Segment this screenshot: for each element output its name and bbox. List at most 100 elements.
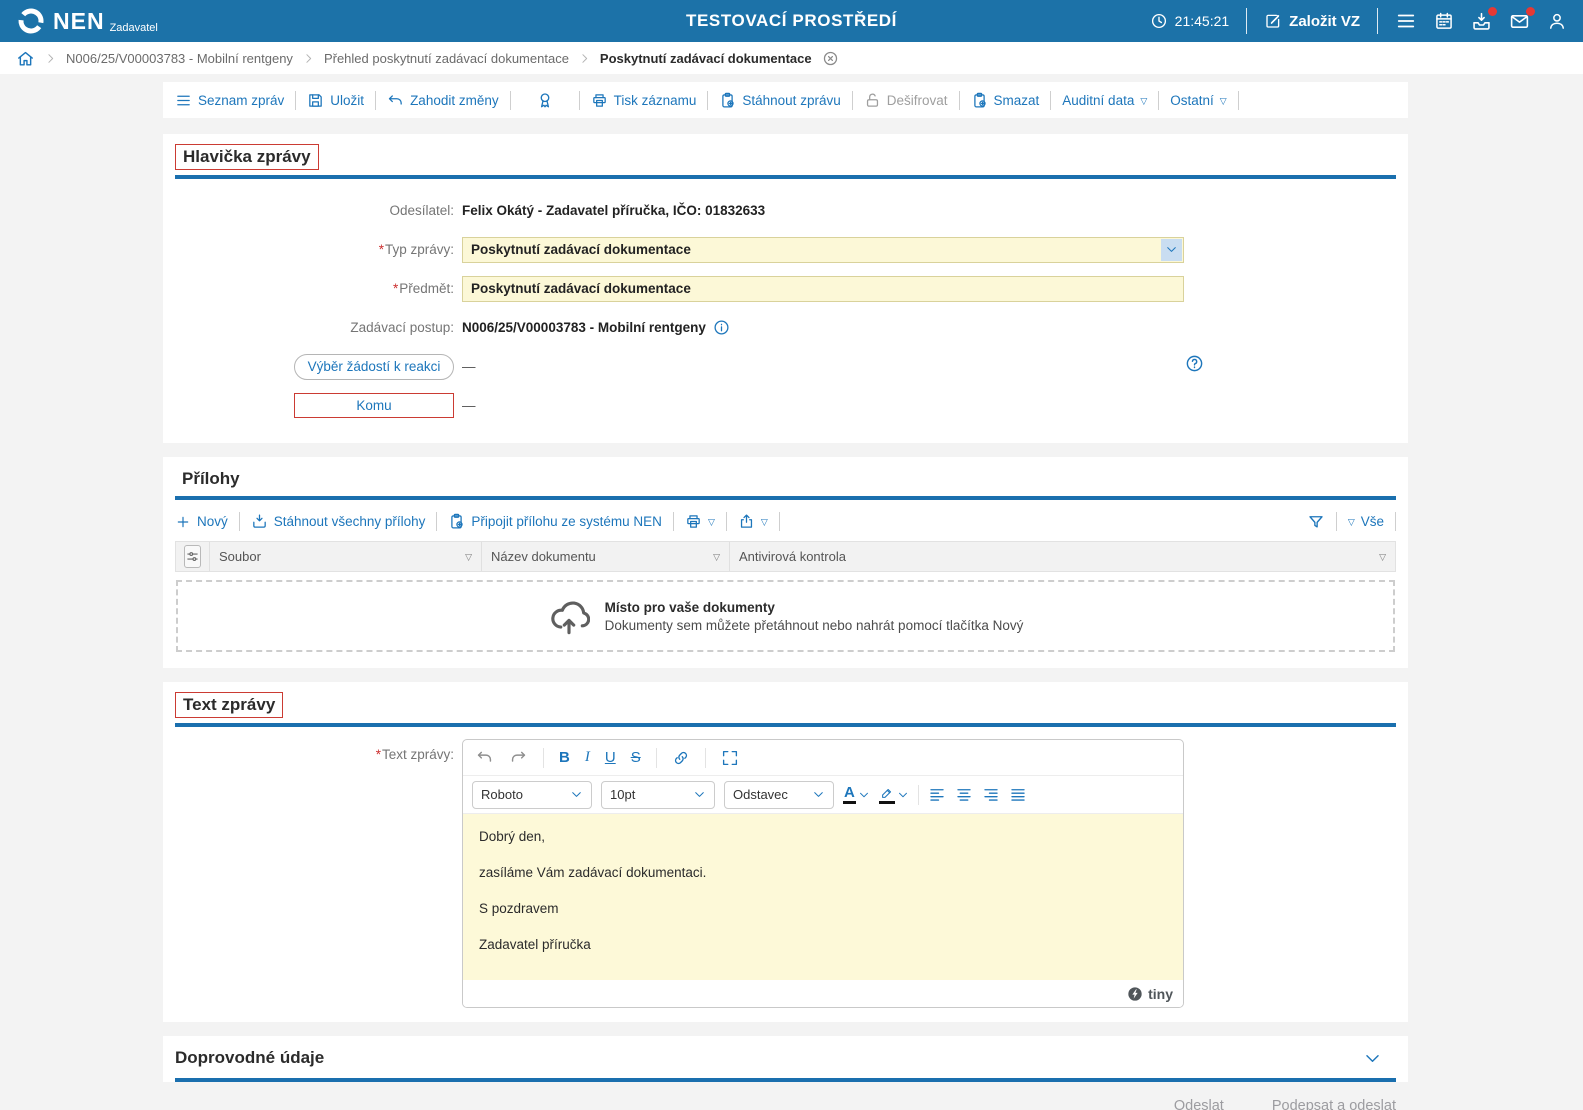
strikethrough-button[interactable]: S: [631, 749, 641, 766]
create-vz-button[interactable]: Založit VZ: [1264, 12, 1360, 30]
expand-section-button[interactable]: [1363, 1049, 1396, 1068]
column-filter-triangle-icon[interactable]: ▽: [713, 553, 720, 562]
column-header-soubor[interactable]: Soubor ▽: [210, 542, 482, 571]
recipients-button[interactable]: Komu: [294, 393, 454, 418]
column-header-nazev[interactable]: Název dokumentu ▽: [482, 542, 730, 571]
question-circle-icon: [1185, 354, 1204, 373]
insert-link-button[interactable]: [672, 749, 690, 767]
footer-actions: Odeslat Podepsat a odeslat: [163, 1082, 1408, 1110]
accompanying-data-section: Doprovodné údaje: [163, 1036, 1408, 1082]
send-button[interactable]: Odeslat: [1174, 1098, 1224, 1110]
column-filter-triangle-icon[interactable]: ▽: [465, 553, 472, 562]
certificate-button[interactable]: [522, 91, 568, 109]
close-circle-icon: [822, 50, 839, 67]
section-title-hlavicka: Hlavička zprávy: [175, 144, 319, 170]
messages-notification-badge: [1526, 7, 1535, 16]
chevron-down-icon: [858, 789, 870, 801]
message-paragraph: zasíláme Vám zadávací dokumentaci.: [479, 865, 1167, 880]
align-justify-icon: [1009, 786, 1027, 804]
subject-input[interactable]: [462, 276, 1184, 302]
paragraph-format-select[interactable]: Odstavec: [724, 781, 834, 809]
breadcrumb-item-procedure[interactable]: N006/25/V00003783 - Mobilní rentgeny: [66, 51, 293, 66]
align-center-button[interactable]: [955, 786, 973, 804]
messages-button[interactable]: [1509, 11, 1530, 32]
clipboard-icon: [448, 513, 465, 530]
download-all-attachments-button[interactable]: Stáhnout všechny přílohy: [251, 513, 426, 530]
nen-logo[interactable]: NEN Zadavatel: [16, 6, 158, 36]
select-requests-button[interactable]: Výběr žádostí k reakci: [294, 354, 454, 380]
unlock-icon: [864, 92, 881, 109]
sign-and-send-button[interactable]: Podepsat a odeslat: [1272, 1098, 1396, 1110]
main-menu-button[interactable]: [1395, 10, 1417, 32]
align-left-button[interactable]: [928, 786, 946, 804]
column-filter-triangle-icon[interactable]: ▽: [1379, 553, 1386, 562]
download-message-button[interactable]: Stáhnout zprávu: [719, 92, 840, 109]
procedure-label: Zadávací postup:: [175, 320, 462, 335]
decrypt-button: Dešifrovat: [864, 92, 948, 109]
discard-changes-button[interactable]: Zahodit změny: [387, 92, 499, 109]
dropdown-triangle-icon: ▽: [1140, 97, 1147, 106]
message-list-button[interactable]: Seznam zpráv: [175, 92, 284, 109]
profile-button[interactable]: [1547, 11, 1567, 31]
text-color-button[interactable]: A: [843, 785, 870, 805]
other-dropdown[interactable]: Ostatní ▽: [1170, 93, 1226, 108]
message-type-select[interactable]: Poskytnutí zadávací dokumentace: [462, 237, 1184, 263]
message-header-section: Hlavička zprávy Odesílatel: Felix Okátý …: [163, 134, 1408, 443]
home-button[interactable]: [16, 49, 35, 68]
chevron-right-icon: [578, 52, 591, 65]
underline-button[interactable]: U: [605, 749, 616, 766]
fullscreen-button[interactable]: [721, 749, 739, 767]
export-attachments-dropdown[interactable]: ▽: [738, 513, 768, 530]
audit-data-dropdown[interactable]: Auditní data ▽: [1062, 93, 1147, 108]
attachments-dropzone[interactable]: Místo pro vaše dokumenty Dokumenty sem m…: [176, 580, 1395, 652]
calendar-button[interactable]: [1434, 11, 1454, 31]
message-paragraph: S pozdravem: [479, 901, 1167, 916]
procedure-value: N006/25/V00003783 - Mobilní rentgeny: [462, 320, 706, 335]
clipboard-icon: [719, 92, 736, 109]
section-title-prilohy: Přílohy: [175, 467, 247, 491]
downloads-button[interactable]: [1471, 11, 1492, 32]
attach-from-nen-button[interactable]: Připojit přílohu ze systému NEN: [448, 513, 662, 530]
close-tab-button[interactable]: [822, 50, 839, 67]
align-right-button[interactable]: [982, 786, 1000, 804]
message-body-editable[interactable]: Dobrý den, zasíláme Vám zadávací dokumen…: [463, 814, 1183, 980]
print-attachments-dropdown[interactable]: ▽: [685, 513, 715, 530]
column-settings-button[interactable]: [184, 545, 201, 568]
breadcrumb-item-overview[interactable]: Přehled poskytnutí zadávací dokumentace: [324, 51, 569, 66]
bold-button[interactable]: B: [559, 749, 570, 766]
redo-button[interactable]: [509, 748, 528, 767]
new-attachment-button[interactable]: Nový: [175, 514, 228, 530]
funnel-icon: [1307, 513, 1325, 531]
filter-all-dropdown[interactable]: ▽ Vše: [1348, 514, 1384, 529]
highlight-color-button[interactable]: [879, 786, 909, 804]
nen-logo-icon: [16, 6, 46, 36]
save-button[interactable]: Uložit: [307, 92, 364, 109]
help-button[interactable]: [1185, 354, 1204, 373]
chevron-down-icon: [693, 788, 706, 801]
delete-button[interactable]: Smazat: [971, 92, 1040, 109]
align-justify-button[interactable]: [1009, 786, 1027, 804]
logo-subtitle: Zadavatel: [110, 22, 158, 34]
printer-icon: [685, 513, 702, 530]
form-row-procedure: Zadávací postup: N006/25/V00003783 - Mob…: [175, 308, 1396, 347]
undo-button[interactable]: [475, 748, 494, 767]
select-chevron-button[interactable]: [1161, 239, 1182, 261]
compose-icon: [1264, 12, 1282, 30]
form-row-sender: Odesílatel: Felix Okátý - Zadavatel přír…: [175, 191, 1396, 230]
dropzone-subtitle: Dokumenty sem můžete přetáhnout nebo nah…: [605, 618, 1024, 633]
filter-button[interactable]: [1307, 513, 1325, 531]
column-header-antivir[interactable]: Antivirová kontrola ▽: [730, 542, 1395, 571]
breadcrumb: N006/25/V00003783 - Mobilní rentgeny Pře…: [0, 42, 1583, 74]
font-family-select[interactable]: Roboto: [472, 781, 592, 809]
form-row-recipients: Komu —: [175, 386, 1396, 425]
cloud-upload-icon: [548, 595, 590, 637]
procedure-info-button[interactable]: [713, 319, 730, 336]
italic-button[interactable]: I: [585, 749, 590, 766]
print-record-button[interactable]: Tisk záznamu: [591, 92, 697, 109]
certificate-ribbon-icon: [536, 91, 554, 109]
download-icon: [251, 513, 268, 530]
chevron-down-icon: [897, 789, 909, 801]
clock-icon: [1150, 12, 1168, 30]
font-size-select[interactable]: 10pt: [601, 781, 715, 809]
calendar-icon: [1434, 11, 1454, 31]
